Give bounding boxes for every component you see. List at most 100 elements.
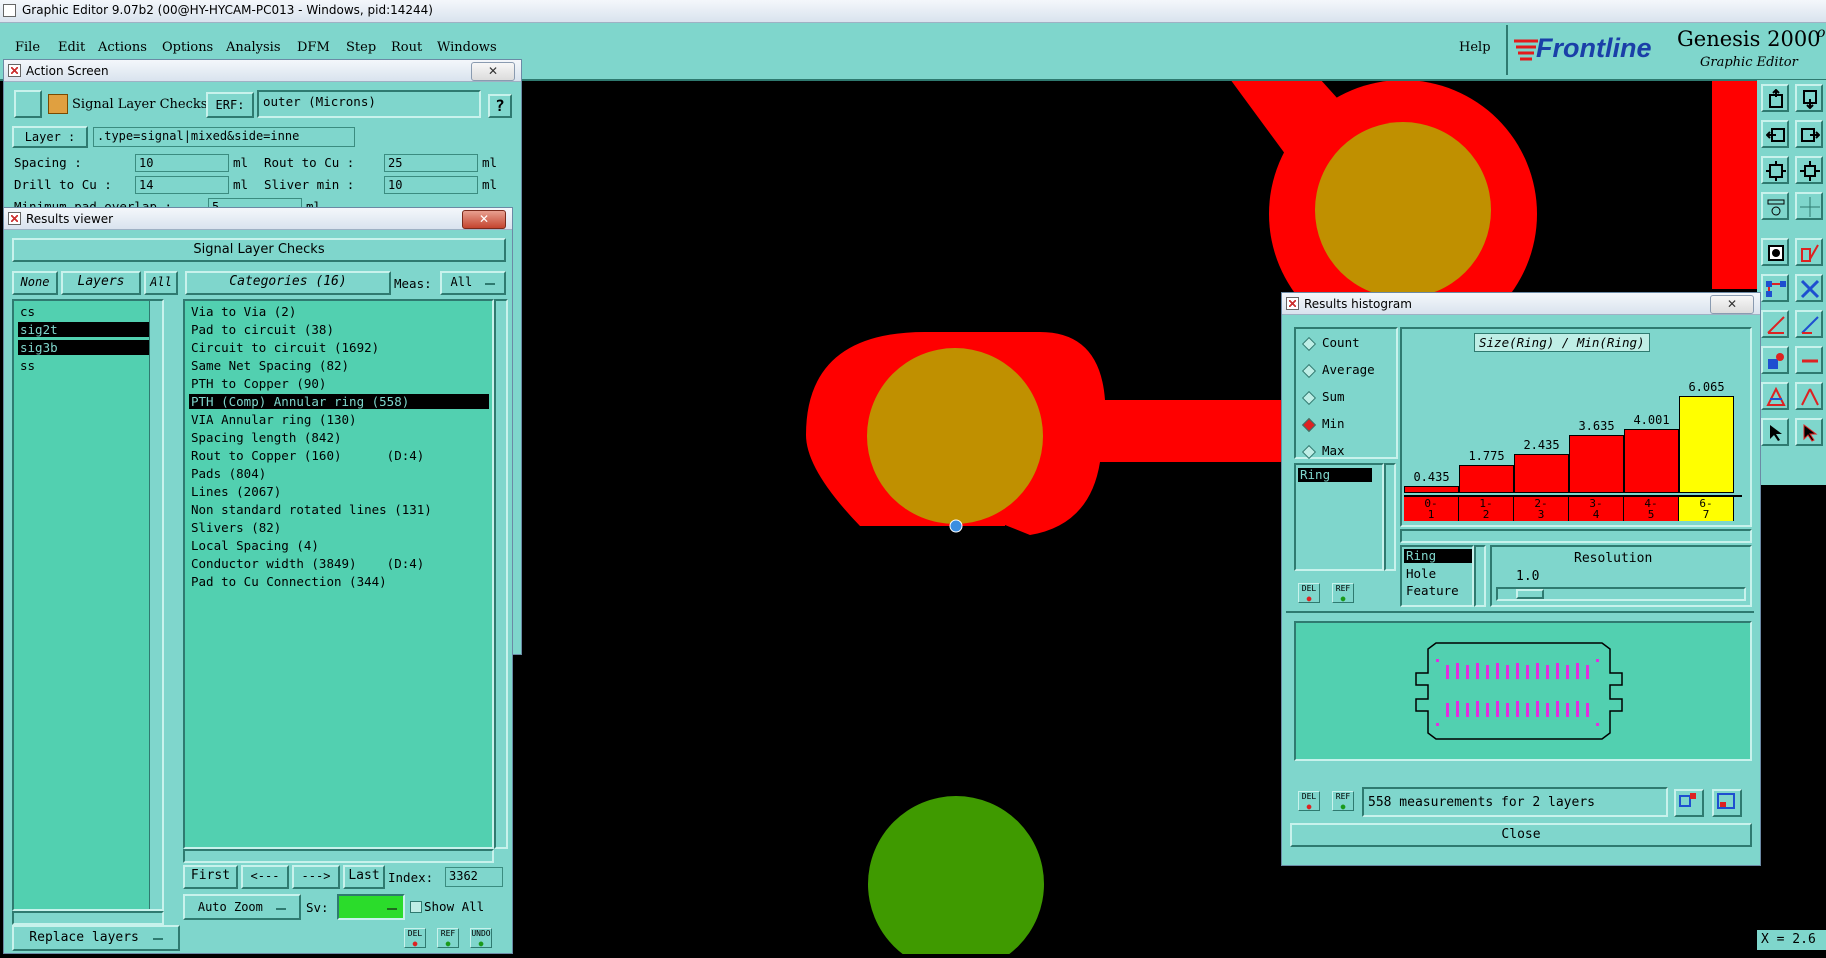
last-button[interactable]: Last — [343, 865, 385, 889]
categories-scrollbar-h[interactable] — [183, 849, 494, 863]
category-item[interactable]: Conductor width (3849) (D:4) — [189, 556, 489, 571]
category-item[interactable]: Spacing length (842) — [189, 430, 489, 445]
ref-button[interactable]: REF ● — [437, 928, 459, 948]
hist-ref-button[interactable]: REF ● — [1332, 791, 1354, 811]
show-all-checkbox[interactable] — [410, 901, 422, 913]
layers-scrollbar-v[interactable] — [149, 301, 162, 909]
histogram-close-x[interactable]: ✕ — [1710, 295, 1754, 314]
action-screen-close-button[interactable]: ✕ — [471, 62, 515, 81]
layer-label-button[interactable]: Layer : — [12, 126, 88, 148]
histogram-bin-label[interactable]: 2- 3 — [1514, 497, 1569, 521]
categories-button[interactable]: Categories (16) — [185, 271, 391, 295]
spacing-field[interactable]: 10 — [135, 154, 229, 172]
category-item[interactable]: Pad to Cu Connection (344) — [189, 574, 489, 589]
histogram-scrollbar[interactable] — [1400, 529, 1752, 543]
histogram-bar[interactable] — [1404, 486, 1459, 493]
sv-color-dropdown[interactable] — [337, 894, 405, 920]
histogram-bar[interactable] — [1514, 454, 1569, 493]
action-list-icon-button[interactable] — [14, 90, 42, 118]
tool-pan-right[interactable] — [1795, 120, 1823, 148]
category-item[interactable]: VIA Annular ring (130) — [189, 412, 489, 427]
menu-help[interactable]: Help — [1459, 40, 1491, 55]
erf-button[interactable]: ERF: — [206, 92, 254, 118]
mode-option[interactable]: Count — [1301, 335, 1360, 351]
board-preview[interactable] — [1294, 621, 1752, 761]
tool-pan-left[interactable] — [1761, 120, 1789, 148]
tool-slash[interactable] — [1795, 310, 1823, 338]
category-item[interactable]: PTH (Comp) Annular ring (558) — [189, 394, 489, 409]
attr-select-list[interactable]: Ring Hole Feature — [1400, 545, 1474, 607]
histogram-bin-label[interactable]: 4- 5 — [1624, 497, 1679, 521]
menu-edit[interactable]: Edit — [58, 40, 85, 55]
histogram-bin-label[interactable]: 6- 7 — [1679, 497, 1734, 521]
tool-measure[interactable] — [1761, 192, 1789, 220]
histogram-bar[interactable] — [1569, 434, 1624, 493]
hist-del-button[interactable]: DEL ● — [1298, 791, 1320, 811]
index-field[interactable]: 3362 — [445, 867, 503, 887]
layers-scrollbar-h[interactable] — [12, 911, 164, 925]
layers-none-button[interactable]: None — [12, 271, 58, 295]
tool-snap[interactable] — [1761, 238, 1789, 266]
attr-item-feature[interactable]: Feature — [1406, 583, 1459, 598]
prev-button[interactable]: <--- — [241, 865, 289, 889]
menu-rout[interactable]: Rout — [391, 40, 422, 55]
histogram-bin-label[interactable]: 3- 4 — [1569, 497, 1624, 521]
layers-all-button[interactable]: All — [144, 271, 178, 295]
layer-item[interactable]: ss — [18, 358, 160, 373]
category-item[interactable]: Rout to Copper (160) (D:4) — [189, 448, 489, 463]
hist-window-button[interactable] — [1712, 789, 1742, 817]
categories-list[interactable]: Via to Via (2) Pad to circuit (38) Circuit… — [183, 299, 494, 849]
undo-button[interactable]: UNDO ● — [470, 928, 492, 948]
del-button[interactable]: DEL ● — [404, 928, 426, 948]
tool-zoom-area[interactable] — [1795, 156, 1823, 184]
layer-item[interactable]: cs — [18, 304, 160, 319]
category-item[interactable]: Pad to circuit (38) — [189, 322, 489, 337]
tool-connect[interactable] — [1761, 274, 1789, 302]
tool-draw-line[interactable] — [1795, 238, 1823, 266]
category-item[interactable]: Slivers (82) — [189, 520, 489, 535]
menu-analysis[interactable]: Analysis — [226, 40, 281, 55]
hist-zoom-button[interactable] — [1674, 789, 1704, 817]
category-item[interactable]: Non standard rotated lines (131) — [189, 502, 489, 517]
resolution-slider[interactable] — [1496, 587, 1746, 601]
tool-fit[interactable] — [1761, 156, 1789, 184]
drill-to-cu-field[interactable]: 14 — [135, 176, 229, 194]
category-item[interactable]: Same Net Spacing (82) — [189, 358, 489, 373]
hist-del-button-top[interactable]: DEL ● — [1298, 583, 1320, 603]
tool-minus[interactable] — [1795, 346, 1823, 374]
menu-file[interactable]: File — [15, 40, 40, 55]
category-item[interactable]: Via to Via (2) — [189, 304, 489, 319]
resolution-slider-thumb[interactable] — [1516, 589, 1544, 599]
results-viewer-close-button[interactable]: ✕ — [462, 210, 506, 229]
next-button[interactable]: ---> — [292, 865, 340, 889]
menu-windows[interactable]: Windows — [437, 40, 497, 55]
histogram-close-button[interactable]: Close — [1290, 823, 1752, 847]
meas-dropdown[interactable]: All — [440, 271, 506, 295]
menu-actions[interactable]: Actions — [98, 40, 147, 55]
attr-select-scrollbar[interactable] — [1474, 545, 1486, 607]
menu-step[interactable]: Step — [346, 40, 376, 55]
attribute-scrollbar[interactable] — [1384, 463, 1396, 571]
histogram-bin-label[interactable]: 1- 2 — [1459, 497, 1514, 521]
tool-pointer[interactable] — [1761, 418, 1789, 446]
tool-triangle[interactable] — [1761, 382, 1789, 410]
mode-option[interactable]: Sum — [1301, 389, 1345, 405]
categories-scrollbar-v[interactable] — [494, 299, 508, 849]
category-item[interactable]: Local Spacing (4) — [189, 538, 489, 553]
layer-item[interactable]: sig2t — [18, 322, 160, 337]
tool-pointer-red[interactable] — [1795, 418, 1823, 446]
replace-layers-dropdown[interactable]: Replace layers — [12, 925, 180, 951]
auto-zoom-dropdown[interactable]: Auto Zoom — [183, 894, 301, 920]
histogram-bar[interactable] — [1679, 395, 1734, 493]
layers-button[interactable]: Layers — [61, 271, 141, 295]
mode-option[interactable]: Min — [1301, 416, 1345, 432]
layer-item[interactable]: sig3b — [18, 340, 160, 355]
histogram-bin-label[interactable]: 0- 1 — [1404, 497, 1459, 521]
sliver-min-field[interactable]: 10 — [384, 176, 478, 194]
tool-grid[interactable] — [1795, 192, 1823, 220]
category-item[interactable]: Lines (2067) — [189, 484, 489, 499]
attr-item-ring[interactable]: Ring — [1404, 549, 1472, 563]
first-button[interactable]: First — [183, 865, 238, 889]
rout-to-cu-field[interactable]: 25 — [384, 154, 478, 172]
tool-zoom-in[interactable] — [1795, 84, 1823, 112]
